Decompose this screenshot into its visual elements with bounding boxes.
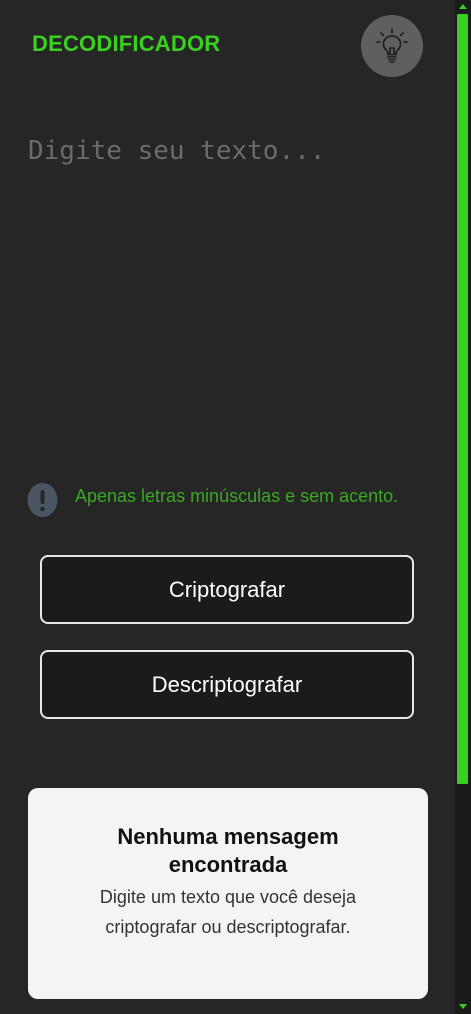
output-title: Nenhuma mensagem encontrada bbox=[117, 824, 339, 877]
output-subtitle: Digite um texto que você deseja criptogr… bbox=[99, 887, 357, 937]
lightbulb-icon bbox=[376, 28, 408, 63]
input-hint: Apenas letras minúsculas e sem acento. bbox=[27, 482, 427, 518]
theme-toggle-button[interactable] bbox=[361, 15, 423, 77]
scroll-down-icon[interactable] bbox=[459, 1004, 467, 1009]
exclamation-icon bbox=[27, 483, 58, 517]
app-logo: DECODIFICADOR bbox=[32, 31, 221, 56]
vertical-scrollbar[interactable] bbox=[455, 0, 471, 1014]
output-panel: Nenhuma mensagem encontrada Digite um te… bbox=[28, 788, 428, 999]
decrypt-button[interactable]: Descriptografar bbox=[40, 650, 414, 719]
encrypt-button[interactable]: Criptografar bbox=[40, 555, 414, 624]
input-hint-text: Apenas letras minúsculas e sem acento. bbox=[75, 486, 399, 506]
scroll-thumb[interactable] bbox=[457, 14, 468, 784]
app-container: DECODIFICADOR Apenas letras minúscul bbox=[0, 0, 455, 1014]
scroll-up-icon[interactable] bbox=[459, 4, 467, 9]
message-input[interactable] bbox=[24, 128, 424, 458]
